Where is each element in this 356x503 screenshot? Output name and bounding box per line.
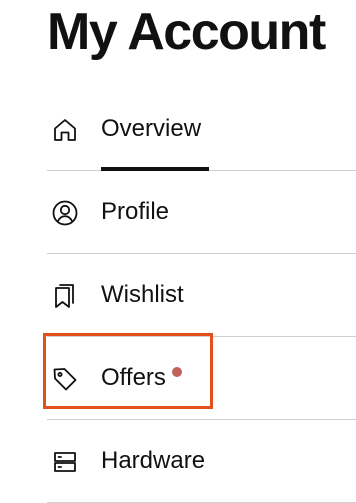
server-icon xyxy=(51,448,79,476)
menu-item-label: Wishlist xyxy=(101,281,184,308)
menu-item-wishlist[interactable]: Wishlist xyxy=(47,254,356,337)
menu-item-label: Overview xyxy=(101,115,202,142)
menu-item-label: Offers xyxy=(101,364,166,391)
menu-item-label: Profile xyxy=(101,198,170,225)
account-menu: Overview Profile Wishlist Offers Hardwar… xyxy=(47,88,356,503)
menu-item-overview[interactable]: Overview xyxy=(47,88,356,171)
bookmarks-icon xyxy=(51,282,79,310)
menu-item-label: Hardware xyxy=(101,447,206,474)
menu-item-profile[interactable]: Profile xyxy=(47,171,356,254)
user-circle-icon xyxy=(51,199,79,227)
home-icon xyxy=(51,116,79,144)
tag-icon xyxy=(51,365,79,393)
page-title: My Account xyxy=(47,3,326,61)
menu-item-offers[interactable]: Offers xyxy=(47,337,356,420)
menu-item-hardware[interactable]: Hardware xyxy=(47,420,356,503)
notification-dot xyxy=(172,367,182,377)
